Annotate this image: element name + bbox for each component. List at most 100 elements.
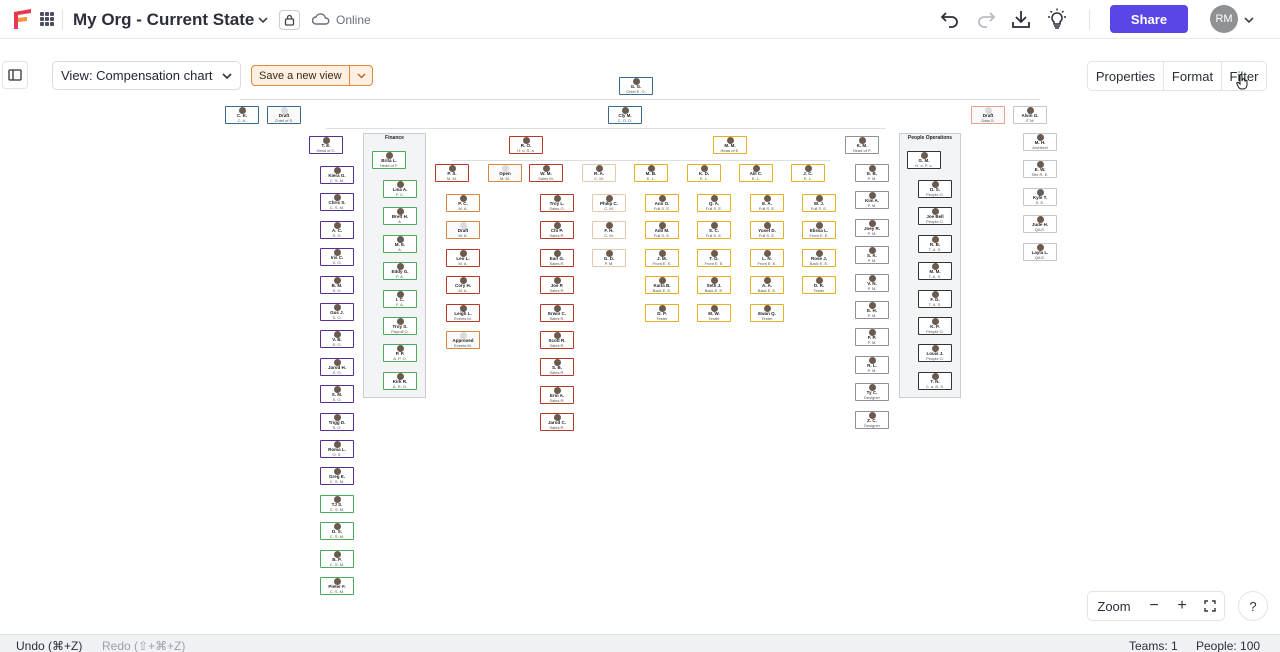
person-card[interactable]: Draft Data S. <box>971 106 1005 124</box>
person-card[interactable]: M. W. Tester <box>697 303 731 322</box>
person-card[interactable]: Joey R. P. M. <box>855 218 889 237</box>
person-card[interactable]: R. B. T. A. S. <box>918 234 952 253</box>
person-card[interactable]: E. A. Full S. E. <box>750 194 784 212</box>
person-card[interactable]: Q. A. Full S. E. <box>697 194 731 212</box>
person-card[interactable]: V. N. P. M. <box>855 273 889 292</box>
person-card[interactable]: TJ S. C. S. M. <box>320 494 354 513</box>
undo-icon[interactable] <box>939 8 961 30</box>
title-chevron-down-icon[interactable] <box>258 16 268 24</box>
person-card[interactable]: Trigg D. S. O. <box>320 412 354 431</box>
person-card[interactable]: R. A. C. M. <box>582 164 616 182</box>
redo-icon[interactable] <box>975 8 997 30</box>
person-card[interactable]: T. E. Head of C. <box>309 136 343 154</box>
person-card[interactable]: Troy L. Sales O. <box>540 194 574 212</box>
person-card[interactable]: Draft M. A. <box>446 221 480 240</box>
download-icon[interactable] <box>1010 8 1032 30</box>
person-card[interactable]: Rose J. Back E. E. <box>802 248 836 267</box>
person-card[interactable]: Ewan Q. Tester <box>750 303 784 322</box>
person-card[interactable]: J. M. Front E. E. <box>645 248 679 267</box>
person-card[interactable]: Eddy G. F. A. <box>383 262 417 281</box>
org-chart-canvas[interactable] <box>0 40 1280 634</box>
person-card[interactable]: E. H. P. M. <box>855 301 889 319</box>
person-card[interactable]: Seth J. Back E. E. <box>697 276 731 295</box>
person-card[interactable]: Draft Chief of S. <box>267 106 301 124</box>
person-card[interactable]: Kyle T. S. E. <box>1023 187 1057 206</box>
undo-link[interactable]: Undo (⌘+Z) <box>16 639 82 652</box>
person-card[interactable]: Louis J. People O. <box>918 344 952 363</box>
person-card[interactable]: R. O. H. o. S. a. <box>509 136 543 154</box>
person-card[interactable]: V. B. S. O. <box>320 330 354 349</box>
toggle-panel-button[interactable] <box>2 61 28 89</box>
person-card[interactable]: Iris C. S. O. <box>320 248 354 267</box>
person-card[interactable]: Alil C. E. L. <box>739 164 773 182</box>
person-card[interactable]: S. M. S. O. <box>320 385 354 404</box>
person-card[interactable]: Jarod H. S. O. <box>320 357 354 376</box>
person-card[interactable]: Brett H. A. <box>383 207 417 226</box>
person-card[interactable]: F. D. T. A. S. <box>918 289 952 308</box>
tab-properties[interactable]: Properties <box>1088 62 1164 90</box>
person-card[interactable]: P. C. M. A. <box>446 194 480 212</box>
person-card[interactable]: D. S. People O. <box>918 180 952 198</box>
document-title[interactable]: My Org - Current State <box>73 10 254 30</box>
person-card[interactable]: S. K. P. M. <box>855 246 889 265</box>
person-card[interactable]: Erwin C. Sales R. <box>540 303 574 322</box>
person-card[interactable]: M. M. T. A. S. <box>918 262 952 281</box>
person-card[interactable]: W. J. Full S. E. <box>802 194 836 212</box>
account-chevron-down-icon[interactable] <box>1244 16 1254 24</box>
person-card[interactable]: K. D. E. L. <box>687 164 721 182</box>
save-view-dropdown[interactable] <box>349 66 372 85</box>
person-card[interactable]: G. D. P. M. <box>592 248 626 267</box>
person-card[interactable]: Ty C. Designer <box>855 383 889 402</box>
person-card[interactable]: G. M. H. o. P. o. <box>907 151 941 169</box>
person-card[interactable]: J. C. E. L. <box>791 164 825 182</box>
help-button[interactable]: ? <box>1238 591 1268 621</box>
person-card[interactable]: Joe P. Sales R. <box>540 276 574 295</box>
person-card[interactable]: Z. C. Designer <box>855 410 889 429</box>
person-card[interactable]: Erin A. Sales R. <box>540 385 574 404</box>
person-card[interactable]: L. N. Front E. E. <box>750 248 784 267</box>
person-card[interactable]: Elissa L. Front E. E. <box>802 221 836 240</box>
redo-link[interactable]: Redo (⇧+⌘+Z) <box>102 639 185 652</box>
person-card[interactable]: D. P. Tester <box>645 303 679 322</box>
person-card[interactable]: M. B. E. L. <box>634 164 668 182</box>
save-view-button[interactable]: Save a new view <box>251 65 373 86</box>
person-card[interactable]: Gus J. S. O. <box>320 303 354 321</box>
person-card[interactable]: D. S. C. S. M. <box>320 522 354 541</box>
person-card[interactable]: F. P. P. M. <box>855 328 889 347</box>
person-card[interactable]: Cory H. M. A. <box>446 276 480 295</box>
person-card[interactable]: E. W. Site R. E. <box>1023 160 1057 179</box>
person-card[interactable]: Kirk R. A. R. O. <box>383 371 417 390</box>
person-card[interactable]: Leigh L. Events M. <box>446 303 480 322</box>
person-card[interactable]: B. M. S. O. <box>320 275 354 294</box>
person-card[interactable]: Chi P. Sales R. <box>540 221 574 240</box>
person-card[interactable]: Earl G. Sales R. <box>540 248 574 267</box>
person-card[interactable]: D. R. Tester <box>802 276 836 295</box>
person-card[interactable]: K. M. Head of P. <box>845 136 879 154</box>
person-card[interactable]: Adil M. Full S. E. <box>645 221 679 240</box>
person-card[interactable]: Alvin G. IT M. <box>1013 106 1047 124</box>
person-card[interactable]: I. C. F. A. <box>383 289 417 308</box>
person-card[interactable]: Leo L. M. A. <box>446 248 480 267</box>
share-button[interactable]: Share <box>1110 5 1188 33</box>
lightbulb-icon[interactable] <box>1046 8 1068 30</box>
lock-button[interactable] <box>279 10 300 30</box>
person-card[interactable]: Jarod C. Sales R. <box>540 413 574 432</box>
person-card[interactable]: Greg E. C. S. M. <box>320 467 354 486</box>
person-card[interactable]: M. M. Head of E. <box>713 136 747 154</box>
person-card[interactable]: Kim A. P. M. <box>855 191 889 210</box>
zoom-out-button[interactable]: − <box>1140 597 1168 615</box>
person-card[interactable]: Scott R. Sales R. <box>540 331 574 349</box>
person-card[interactable]: Yusef D. Full S. E. <box>750 221 784 240</box>
person-card[interactable]: F. H. C. M. <box>592 221 626 240</box>
person-card[interactable]: Philip C. C. M. <box>592 194 626 212</box>
person-card[interactable]: E. B. P. M. <box>855 164 889 182</box>
person-card[interactable]: A. C. S. O. <box>320 220 354 239</box>
person-card[interactable]: Ann O. Full S. E. <box>645 194 679 212</box>
person-card[interactable]: Lina A. F. C. <box>383 180 417 198</box>
person-card[interactable]: M. E. A. <box>383 234 417 253</box>
person-card[interactable]: S. B. Sales R. <box>540 358 574 377</box>
person-card[interactable]: C. K. C. A. <box>225 106 259 124</box>
person-card[interactable]: T. G. Front E. E. <box>697 248 731 267</box>
person-card[interactable]: Jude H. QA E. <box>1023 215 1057 234</box>
person-card[interactable]: W. M. Sales M. <box>529 164 563 182</box>
